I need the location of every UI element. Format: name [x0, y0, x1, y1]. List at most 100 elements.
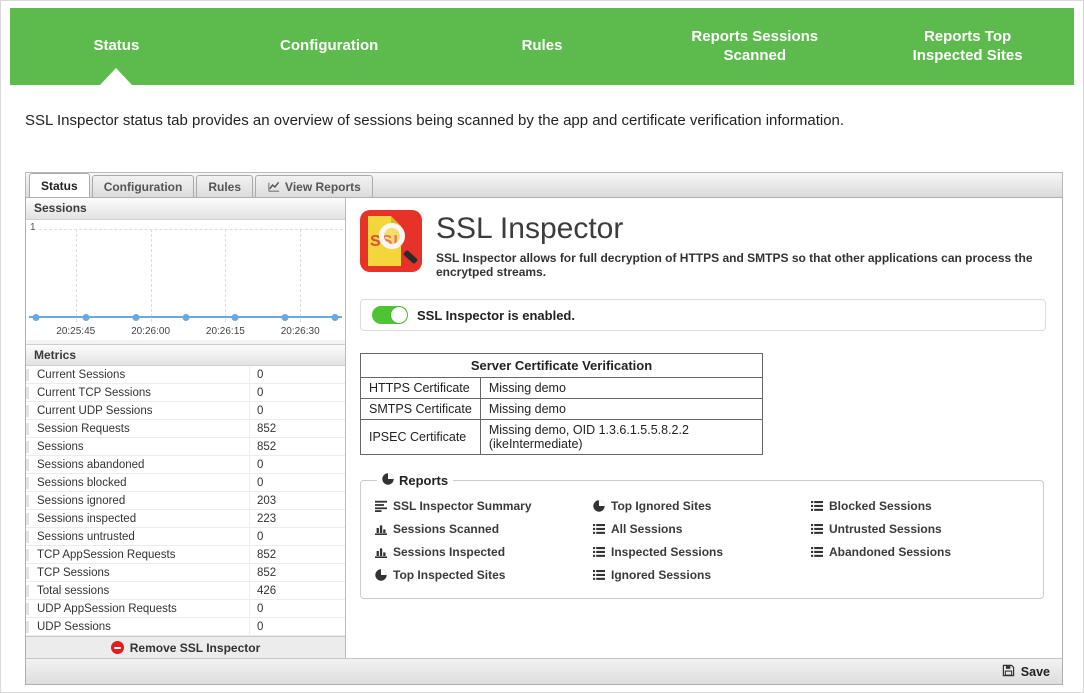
cert-table-row: HTTPS CertificateMissing demo: [361, 378, 763, 399]
report-link-label: Inspected Sessions: [611, 545, 723, 559]
app-tab-label: Configuration: [104, 180, 183, 194]
metric-row-sessions-inspected[interactable]: Sessions inspected223: [26, 510, 345, 528]
nav-tab-status[interactable]: Status: [10, 8, 223, 85]
metric-row-udp-appsession-requests[interactable]: UDP AppSession Requests0: [26, 600, 345, 618]
report-link-sessions-inspected[interactable]: Sessions Inspected: [375, 545, 593, 559]
metric-row-tcp-appsession-requests[interactable]: TCP AppSession Requests852: [26, 546, 345, 564]
chart-gridline: [225, 229, 226, 322]
toggle-knob: [391, 307, 407, 323]
report-link-top-inspected-sites[interactable]: Top Inspected Sites: [375, 568, 593, 582]
nav-tab-configuration[interactable]: Configuration: [223, 8, 436, 85]
server-certificate-table: Server Certificate Verification HTTPS Ce…: [360, 353, 763, 455]
metric-row-sessions-blocked[interactable]: Sessions blocked0: [26, 474, 345, 492]
cert-table-body: HTTPS CertificateMissing demoSMTPS Certi…: [361, 378, 763, 455]
metric-value: 0: [249, 456, 345, 473]
metric-row-udp-sessions[interactable]: UDP Sessions0: [26, 618, 345, 636]
enabled-toggle[interactable]: [372, 306, 408, 324]
metric-value: 852: [249, 420, 345, 437]
chart-x-tick-label: 20:26:15: [206, 326, 245, 337]
report-link-label: Sessions Scanned: [393, 522, 499, 536]
metric-row-sessions-ignored[interactable]: Sessions ignored203: [26, 492, 345, 510]
chart-data-point: [182, 314, 189, 321]
metric-value: 0: [249, 402, 345, 419]
report-column: Top Ignored Sites All Sessions Inspected S…: [593, 494, 811, 586]
metric-row-total-sessions[interactable]: Total sessions426: [26, 582, 345, 600]
metric-name: Session Requests: [26, 423, 249, 435]
metric-name: Current Sessions: [26, 369, 249, 381]
metric-row-current-udp-sessions[interactable]: Current UDP Sessions0: [26, 402, 345, 420]
metric-row-sessions-abandoned[interactable]: Sessions abandoned0: [26, 456, 345, 474]
report-link-top-ignored-sites[interactable]: Top Ignored Sites: [593, 499, 811, 513]
metric-value: 0: [249, 618, 345, 635]
metric-row-current-tcp-sessions[interactable]: Current TCP Sessions0: [26, 384, 345, 402]
bar-chart-icon: [375, 546, 387, 558]
chart-gridline: [300, 229, 301, 322]
nav-tab-reports-sessions-scanned[interactable]: Reports Sessions Scanned: [648, 8, 861, 85]
metric-value: 852: [249, 438, 345, 455]
ssl-inspector-logo-icon: SSL: [360, 210, 422, 272]
app-tab-view-reports[interactable]: View Reports: [255, 175, 373, 197]
nav-tab-label: Reports Sessions Scanned: [676, 28, 833, 66]
report-link-label: All Sessions: [611, 522, 682, 536]
reports-section: Reports SSL Inspector Summary Sessions Sc…: [360, 473, 1044, 599]
report-link-label: Top Inspected Sites: [393, 568, 505, 582]
app-tab-label: Rules: [208, 180, 241, 194]
metric-row-tcp-sessions[interactable]: TCP Sessions852: [26, 564, 345, 582]
report-link-untrusted-sessions[interactable]: Untrusted Sessions: [811, 522, 1029, 536]
metric-value: 0: [249, 528, 345, 545]
metric-value: 852: [249, 546, 345, 563]
chart-data-point: [332, 314, 339, 321]
metric-name: Sessions abandoned: [26, 459, 249, 471]
metric-value: 0: [249, 366, 345, 383]
report-column: SSL Inspector Summary Sessions Scanned Ses…: [375, 494, 593, 586]
right-column: SSL SSL Inspector SSL Inspector allows f…: [346, 198, 1062, 658]
cert-table-row: IPSEC CertificateMissing demo, OID 1.3.6…: [361, 420, 763, 455]
metric-name: Sessions blocked: [26, 477, 249, 489]
nav-tab-reports-top-inspected-sites[interactable]: Reports Top Inspected Sites: [861, 8, 1074, 85]
metric-name: Sessions inspected: [26, 513, 249, 525]
nav-tab-label: Status: [93, 37, 139, 56]
save-button[interactable]: Save: [1002, 664, 1050, 680]
left-column: Sessions 1 20:25:4520:26:0020:26:1520:26…: [26, 198, 346, 658]
metric-value: 426: [249, 582, 345, 599]
app-tab-configuration[interactable]: Configuration: [92, 175, 195, 197]
metric-row-session-requests[interactable]: Session Requests852: [26, 420, 345, 438]
report-link-label: Ignored Sessions: [611, 568, 711, 582]
chart-x-tick-label: 20:25:45: [56, 326, 95, 337]
nav-tab-rules[interactable]: Rules: [436, 8, 649, 85]
metric-row-sessions[interactable]: Sessions852: [26, 438, 345, 456]
report-link-abandoned-sessions[interactable]: Abandoned Sessions: [811, 545, 1029, 559]
nav-tab-label: Reports Top Inspected Sites: [889, 28, 1046, 66]
reports-legend: Reports: [377, 473, 453, 488]
chart-hgridline: [39, 229, 343, 230]
chart-data-point: [132, 314, 139, 321]
reports-legend-label: Reports: [399, 473, 448, 488]
chart-ymax-label: 1: [30, 222, 36, 233]
metrics-grid: Current Sessions0Current TCP Sessions0Cu…: [26, 366, 345, 636]
list-icon: [811, 523, 823, 535]
report-link-all-sessions[interactable]: All Sessions: [593, 522, 811, 536]
report-link-label: Sessions Inspected: [393, 545, 505, 559]
app-panel-body: Sessions 1 20:25:4520:26:0020:26:1520:26…: [25, 197, 1063, 685]
report-link-blocked-sessions[interactable]: Blocked Sessions: [811, 499, 1029, 513]
report-link-ssl-inspector-summary[interactable]: SSL Inspector Summary: [375, 499, 593, 513]
report-link-inspected-sessions[interactable]: Inspected Sessions: [593, 545, 811, 559]
chart-data-point: [232, 314, 239, 321]
line-chart-icon: [267, 180, 280, 193]
app-tab-rules[interactable]: Rules: [196, 175, 253, 197]
app-tab-status[interactable]: Status: [29, 173, 90, 197]
app-panel: Status Configuration Rules View Reports Ses…: [25, 172, 1063, 685]
metric-name: UDP Sessions: [26, 621, 249, 633]
report-link-sessions-scanned[interactable]: Sessions Scanned: [375, 522, 593, 536]
metric-row-current-sessions[interactable]: Current Sessions0: [26, 366, 345, 384]
power-status-box: SSL Inspector is enabled.: [360, 299, 1046, 331]
list-icon: [593, 546, 605, 558]
remove-app-button[interactable]: Remove SSL Inspector: [26, 636, 345, 658]
report-link-ignored-sessions[interactable]: Ignored Sessions: [593, 568, 811, 582]
page-description: SSL Inspector status tab provides an ove…: [25, 112, 1055, 129]
app-tab-label: Status: [41, 179, 78, 193]
metric-name: Current UDP Sessions: [26, 405, 249, 417]
metric-row-sessions-untrusted[interactable]: Sessions untrusted0: [26, 528, 345, 546]
list-icon: [811, 546, 823, 558]
chart-gridline: [151, 229, 152, 322]
